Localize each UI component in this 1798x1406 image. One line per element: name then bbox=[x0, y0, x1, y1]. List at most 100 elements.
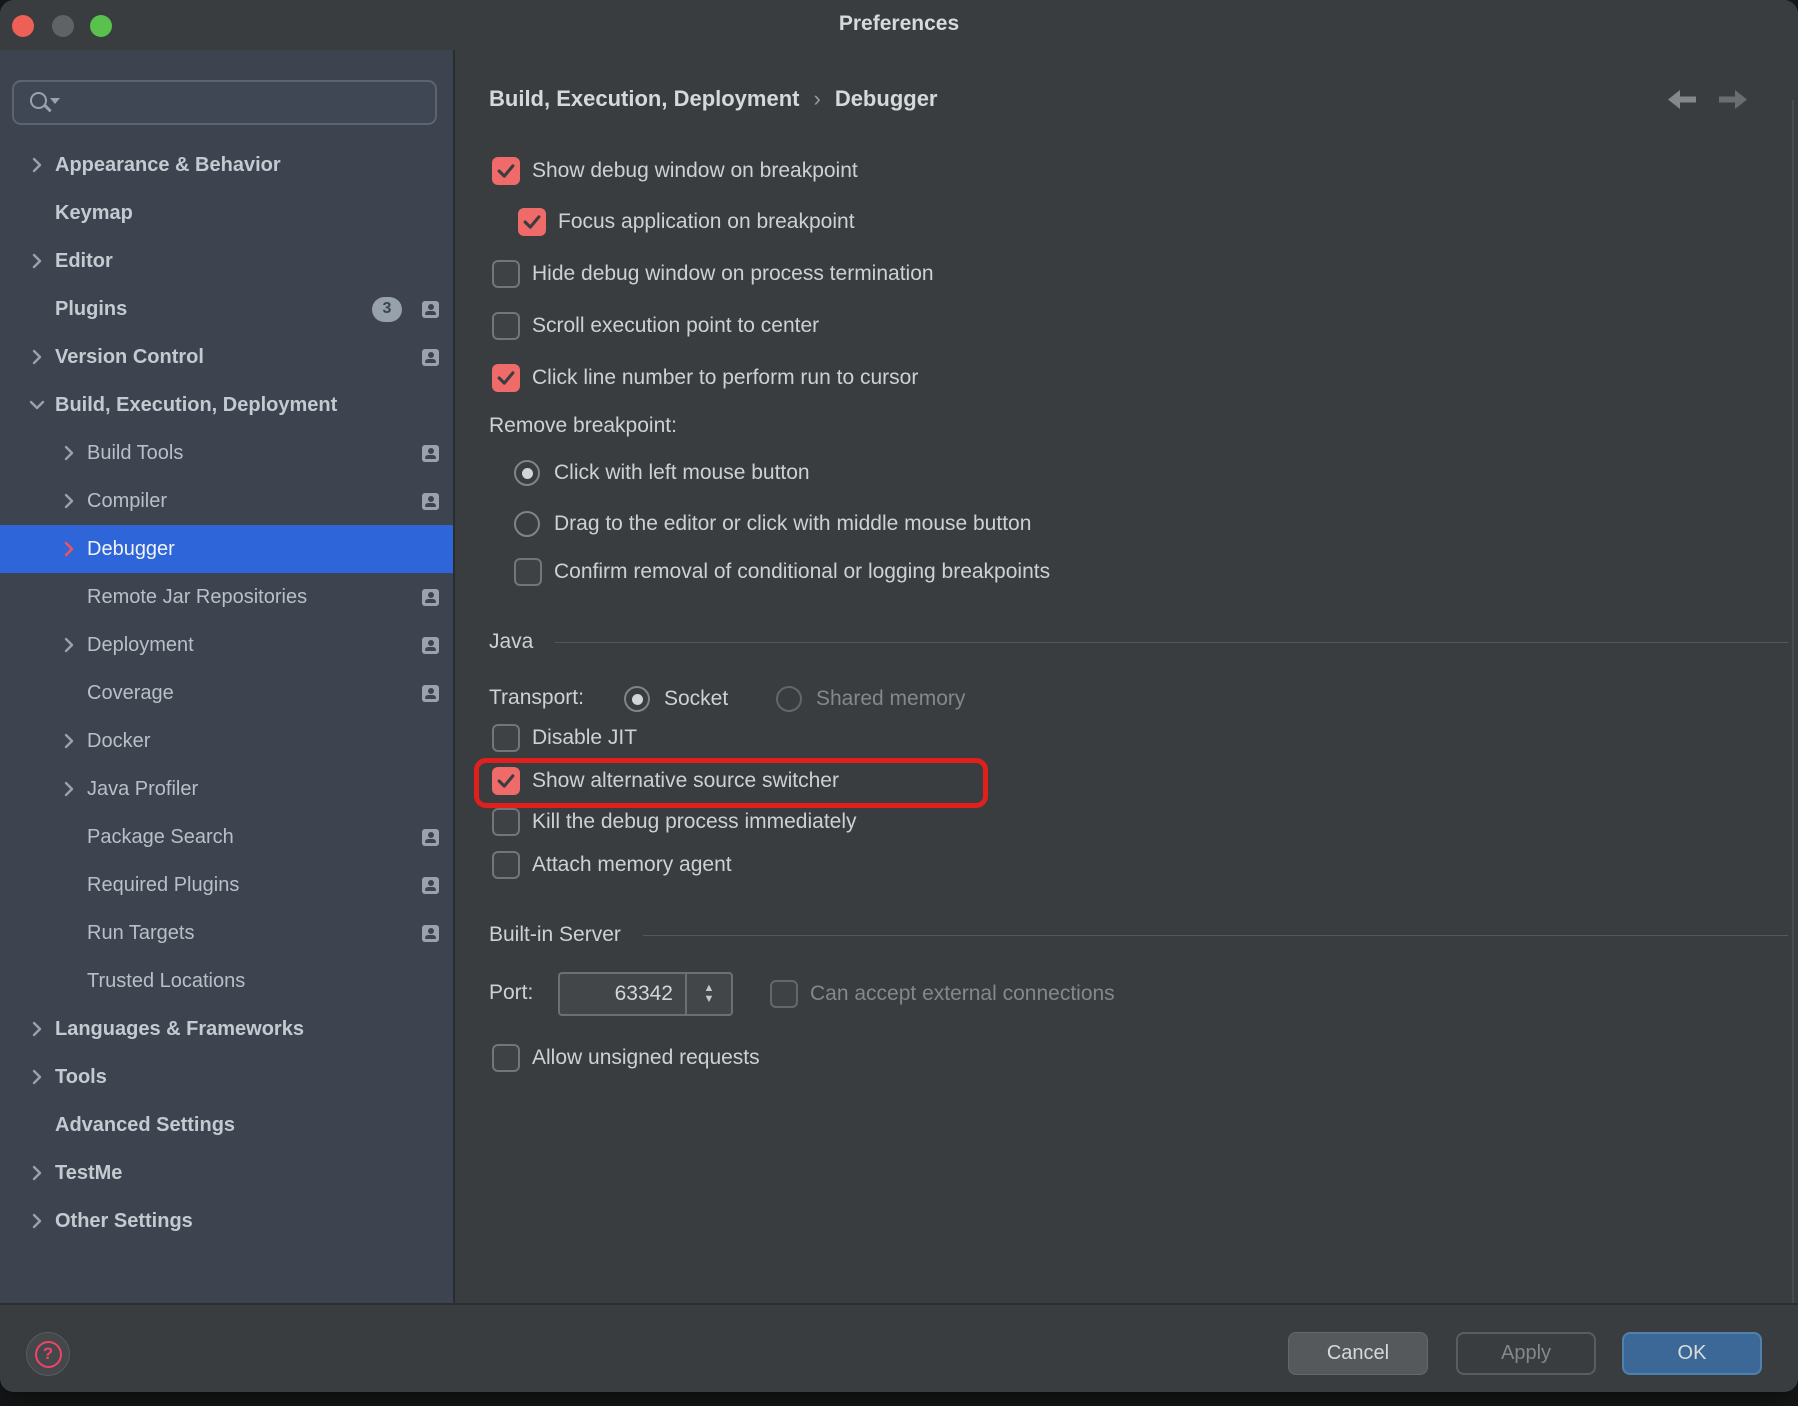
checkbox-kill-debug-process[interactable]: Kill the debug process immediately bbox=[492, 808, 857, 836]
apply-button[interactable]: Apply bbox=[1456, 1332, 1596, 1375]
user-settings-icon bbox=[422, 877, 439, 894]
checkbox-hide-debug-window[interactable]: Hide debug window on process termination bbox=[492, 260, 934, 288]
radio-selected-icon bbox=[514, 460, 540, 486]
chevron-right-icon bbox=[62, 541, 87, 557]
back-arrow-icon[interactable] bbox=[1668, 90, 1696, 109]
java-section-header: Java bbox=[489, 630, 1788, 654]
help-button[interactable]: ? bbox=[26, 1332, 70, 1376]
window-title: Preferences bbox=[0, 12, 1798, 36]
checkbox-unchecked-icon bbox=[492, 808, 520, 836]
sidebar-item-deployment[interactable]: Deployment bbox=[0, 621, 453, 669]
dialog-footer: ? Cancel Apply OK bbox=[0, 1303, 1798, 1392]
chevron-right-icon bbox=[62, 589, 87, 605]
chevron-right-icon bbox=[62, 445, 87, 461]
checkbox-accept-external-connections[interactable]: Can accept external connections bbox=[770, 980, 1115, 1008]
sidebar-item-plugins[interactable]: Plugins 3 bbox=[0, 285, 453, 333]
stepper-arrows-icon[interactable]: ▲ ▼ bbox=[685, 974, 731, 1014]
chevron-down-icon bbox=[30, 397, 55, 413]
settings-tree: Appearance & Behavior Keymap Editor bbox=[0, 141, 453, 1245]
chevron-right-icon bbox=[30, 1165, 55, 1181]
breadcrumb-current: Debugger bbox=[835, 86, 938, 111]
chevron-right-icon bbox=[62, 829, 87, 845]
chevron-right-icon bbox=[30, 205, 55, 221]
port-value: 63342 bbox=[560, 974, 685, 1014]
sidebar-item-languages-frameworks[interactable]: Languages & Frameworks bbox=[0, 1005, 453, 1053]
sidebar-item-keymap[interactable]: Keymap bbox=[0, 189, 453, 237]
checkbox-focus-application[interactable]: Focus application on breakpoint bbox=[518, 208, 855, 236]
sidebar-item-build-tools[interactable]: Build Tools bbox=[0, 429, 453, 477]
sidebar-item-remote-jar-repositories[interactable]: Remote Jar Repositories bbox=[0, 573, 453, 621]
chevron-right-icon bbox=[30, 1117, 55, 1133]
checkbox-checked-icon bbox=[492, 767, 520, 795]
sidebar-item-debugger[interactable]: Debugger bbox=[0, 525, 453, 573]
breadcrumb: Build, Execution, Deployment›Debugger bbox=[489, 86, 938, 112]
panel-edge bbox=[1792, 100, 1794, 1353]
settings-sidebar: Appearance & Behavior Keymap Editor bbox=[0, 50, 455, 1303]
port-spinner[interactable]: 63342 ▲ ▼ bbox=[558, 972, 733, 1016]
preferences-dialog: Preferences Appearance & Behavior Keymap bbox=[0, 0, 1798, 1392]
checkbox-unchecked-icon bbox=[514, 558, 542, 586]
checkbox-unchecked-icon bbox=[492, 1044, 520, 1072]
chevron-right-icon bbox=[30, 349, 55, 365]
sidebar-item-compiler[interactable]: Compiler bbox=[0, 477, 453, 525]
ok-button[interactable]: OK bbox=[1622, 1332, 1762, 1375]
title-bar: Preferences bbox=[0, 0, 1798, 50]
user-settings-icon bbox=[422, 445, 439, 462]
checkbox-unchecked-icon bbox=[492, 312, 520, 340]
checkbox-allow-unsigned-requests[interactable]: Allow unsigned requests bbox=[492, 1044, 760, 1072]
user-settings-icon bbox=[422, 301, 439, 318]
sidebar-item-docker[interactable]: Docker bbox=[0, 717, 453, 765]
sidebar-item-other-settings[interactable]: Other Settings bbox=[0, 1197, 453, 1245]
sidebar-item-tools[interactable]: Tools bbox=[0, 1053, 453, 1101]
count-badge: 3 bbox=[372, 297, 402, 322]
builtin-server-section-header: Built-in Server bbox=[489, 923, 1788, 947]
breadcrumb-parent[interactable]: Build, Execution, Deployment bbox=[489, 86, 799, 111]
checkbox-checked-icon bbox=[492, 157, 520, 185]
sidebar-item-required-plugins[interactable]: Required Plugins bbox=[0, 861, 453, 909]
chevron-right-icon bbox=[30, 157, 55, 173]
settings-panel: Build, Execution, Deployment›Debugger Sh… bbox=[455, 50, 1798, 1303]
sidebar-item-trusted-locations[interactable]: Trusted Locations bbox=[0, 957, 453, 1005]
radio-drag-to-editor[interactable]: Drag to the editor or click with middle … bbox=[514, 510, 1031, 538]
sidebar-item-package-search[interactable]: Package Search bbox=[0, 813, 453, 861]
chevron-right-icon bbox=[62, 733, 87, 749]
stepper-down-icon[interactable]: ▼ bbox=[704, 994, 715, 1005]
checkbox-confirm-removal[interactable]: Confirm removal of conditional or loggin… bbox=[514, 558, 1050, 586]
sidebar-item-appearance-behavior[interactable]: Appearance & Behavior bbox=[0, 141, 453, 189]
sidebar-item-editor[interactable]: Editor bbox=[0, 237, 453, 285]
checkbox-scroll-execution[interactable]: Scroll execution point to center bbox=[492, 312, 819, 340]
user-settings-icon bbox=[422, 925, 439, 942]
checkbox-checked-icon bbox=[492, 364, 520, 392]
search-input[interactable] bbox=[12, 80, 437, 125]
sidebar-item-java-profiler[interactable]: Java Profiler bbox=[0, 765, 453, 813]
chevron-right-icon bbox=[62, 925, 87, 941]
user-settings-icon bbox=[422, 685, 439, 702]
chevron-right-icon bbox=[30, 301, 55, 317]
chevron-right-icon bbox=[62, 685, 87, 701]
chevron-right-icon bbox=[62, 781, 87, 797]
sidebar-item-run-targets[interactable]: Run Targets bbox=[0, 909, 453, 957]
forward-arrow-icon[interactable] bbox=[1719, 90, 1747, 109]
radio-unselected-icon bbox=[514, 511, 540, 537]
checkbox-show-debug-window[interactable]: Show debug window on breakpoint bbox=[492, 157, 858, 185]
sidebar-item-testme[interactable]: TestMe bbox=[0, 1149, 453, 1197]
checkbox-disable-jit[interactable]: Disable JIT bbox=[492, 724, 637, 752]
radio-selected-icon bbox=[624, 686, 650, 712]
checkbox-show-alternative-source-switcher[interactable]: Show alternative source switcher bbox=[492, 767, 839, 795]
search-icon bbox=[28, 90, 58, 116]
checkbox-attach-memory-agent[interactable]: Attach memory agent bbox=[492, 851, 732, 879]
cancel-button[interactable]: Cancel bbox=[1288, 1332, 1428, 1375]
sidebar-item-build-execution-deployment[interactable]: Build, Execution, Deployment bbox=[0, 381, 453, 429]
chevron-right-icon bbox=[30, 1213, 55, 1229]
radio-transport-shared-memory[interactable]: Shared memory bbox=[776, 685, 965, 713]
radio-transport-socket[interactable]: Socket bbox=[624, 685, 728, 713]
user-settings-icon bbox=[422, 589, 439, 606]
sidebar-item-version-control[interactable]: Version Control bbox=[0, 333, 453, 381]
checkbox-click-line-number[interactable]: Click line number to perform run to curs… bbox=[492, 364, 918, 392]
chevron-right-icon bbox=[62, 637, 87, 653]
chevron-right-icon bbox=[30, 253, 55, 269]
help-icon: ? bbox=[35, 1341, 62, 1368]
sidebar-item-coverage[interactable]: Coverage bbox=[0, 669, 453, 717]
radio-click-left-mouse[interactable]: Click with left mouse button bbox=[514, 459, 810, 487]
sidebar-item-advanced-settings[interactable]: Advanced Settings bbox=[0, 1101, 453, 1149]
